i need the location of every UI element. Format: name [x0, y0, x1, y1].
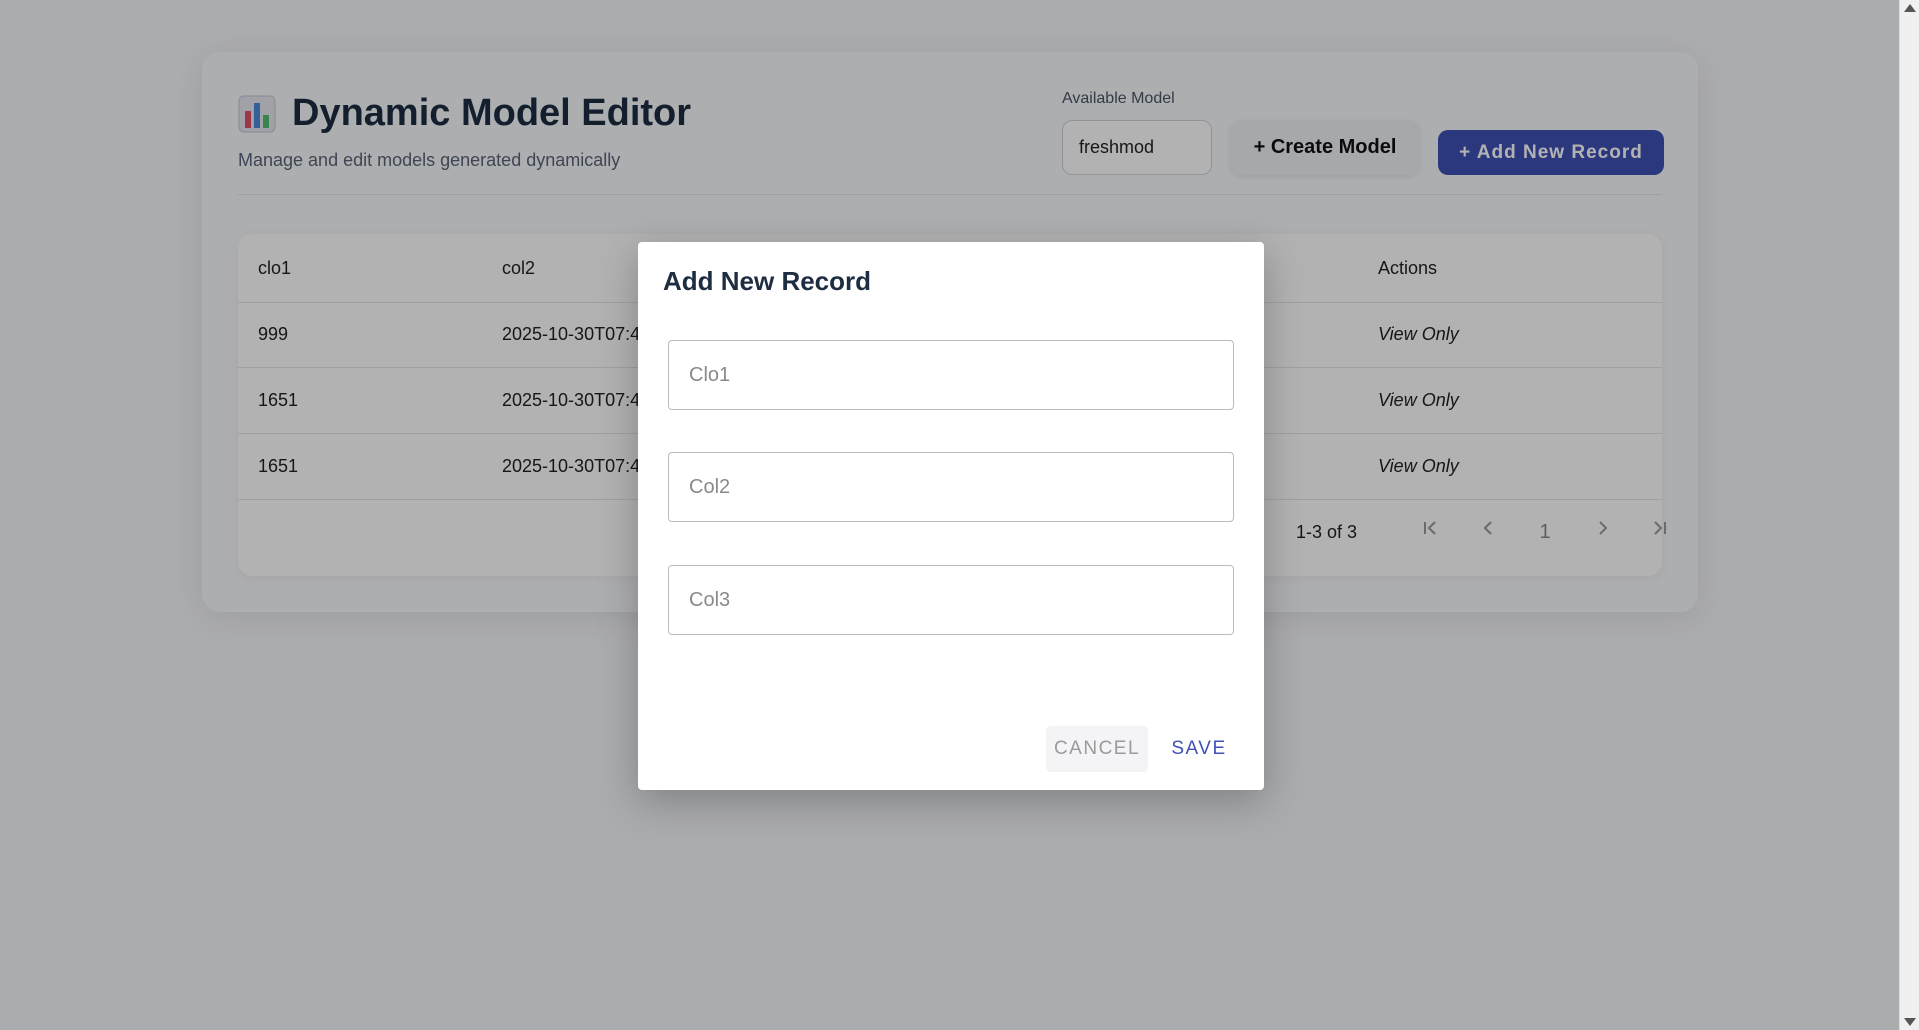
col2-field[interactable] — [668, 452, 1234, 522]
page-scrollbar[interactable] — [1899, 0, 1919, 1030]
cancel-button[interactable]: CANCEL — [1046, 726, 1148, 772]
col3-field[interactable] — [668, 565, 1234, 635]
save-button[interactable]: SAVE — [1158, 726, 1240, 772]
dialog-title: Add New Record — [663, 266, 872, 296]
scroll-up-icon[interactable] — [1904, 4, 1916, 12]
add-record-dialog: Add New Record CANCEL SAVE — [638, 242, 1264, 790]
clo1-field[interactable] — [668, 340, 1234, 410]
scroll-down-icon[interactable] — [1904, 1018, 1916, 1026]
